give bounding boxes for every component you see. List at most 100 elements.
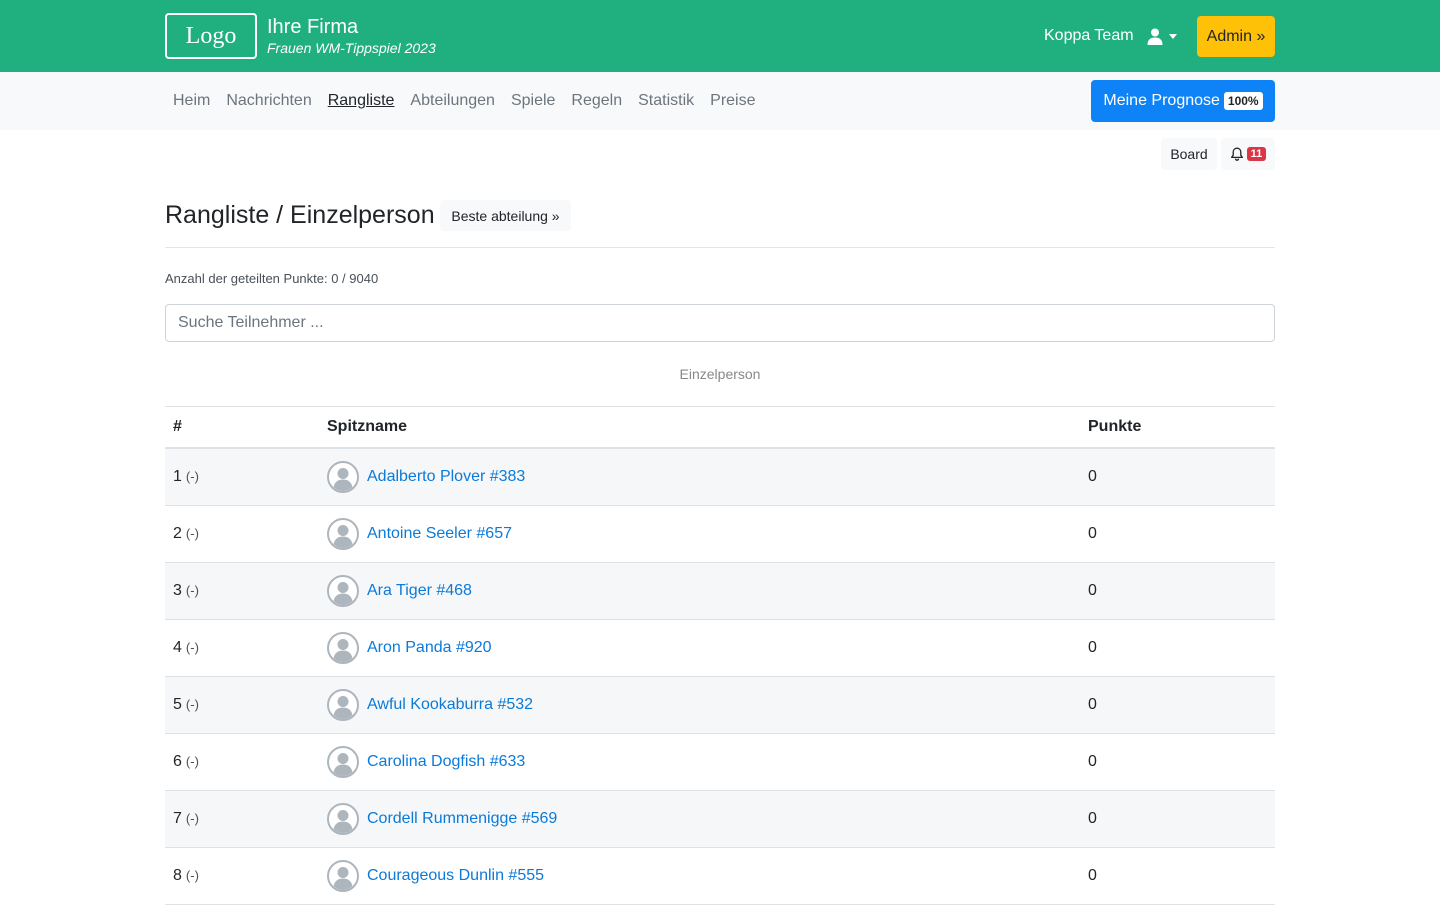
table-caption: Einzelperson (679, 366, 761, 382)
table-row: 3 (-) Ara Tiger #468 0 (165, 563, 1275, 620)
ranking-table: # Spitzname Punkte 1 (-) Adalberto Plover … (165, 406, 1275, 905)
table-row: 2 (-) Antoine Seeler #657 0 (165, 506, 1275, 563)
points-cell: 0 (1088, 639, 1097, 656)
my-prognosis-button[interactable]: Meine Prognose 100% (1091, 80, 1275, 122)
participant-link[interactable]: Carolina Dogfish #633 (367, 753, 525, 771)
rank-value: 8 (173, 867, 182, 884)
participant-link[interactable]: Cordell Rummenigge #569 (367, 810, 557, 828)
table-row: 6 (-) Carolina Dogfish #633 0 (165, 734, 1275, 791)
top-header: Logo Ihre Firma Frauen WM-Tippspiel 2023… (0, 0, 1440, 72)
points-cell: 0 (1088, 525, 1097, 542)
nickname-cell: Antoine Seeler #657 (319, 518, 1080, 550)
nav-item-nachrichten[interactable]: Nachrichten (218, 91, 319, 111)
nav-item-preise[interactable]: Preise (702, 91, 763, 111)
participant-link[interactable]: Aron Panda #920 (367, 639, 492, 657)
bell-icon (1230, 147, 1243, 161)
site-subtitle: Frauen WM-Tippspiel 2023 (267, 40, 436, 56)
rank-cell: 7 (-) (165, 810, 319, 828)
rank-value: 3 (173, 582, 182, 599)
points-cell: 0 (1088, 867, 1097, 884)
notification-count-badge: 11 (1246, 147, 1267, 161)
points-cell: 0 (1088, 468, 1097, 485)
rank-value: 6 (173, 753, 182, 770)
company-name: Ihre Firma (267, 16, 359, 38)
rank-value: 4 (173, 639, 182, 656)
nav-item-heim[interactable]: Heim (165, 91, 218, 111)
rank-change: (-) (185, 469, 199, 484)
rank-change: (-) (185, 811, 199, 826)
nav-item-regeln[interactable]: Regeln (563, 91, 630, 111)
avatar-icon (327, 461, 359, 493)
participant-link[interactable]: Courageous Dunlin #555 (367, 867, 544, 885)
avatar-icon (327, 689, 359, 721)
nickname-cell: Ara Tiger #468 (319, 575, 1080, 607)
points-cell: 0 (1088, 582, 1097, 599)
avatar-icon (327, 632, 359, 664)
nickname-cell: Aron Panda #920 (319, 632, 1080, 664)
table-body: 1 (-) Adalberto Plover #383 0 2 (-) Antoine Se… (165, 449, 1275, 905)
rank-change: (-) (185, 868, 199, 883)
prognosis-percent-badge: 100% (1223, 92, 1263, 110)
participant-link[interactable]: Adalberto Plover #383 (367, 468, 525, 486)
table-header: # Spitzname Punkte (165, 407, 1275, 449)
table-row: 5 (-) Awful Kookaburra #532 0 (165, 677, 1275, 734)
rank-change: (-) (185, 697, 199, 712)
nickname-cell: Adalberto Plover #383 (319, 461, 1080, 493)
admin-button[interactable]: Admin » (1197, 16, 1275, 57)
main-nav: Heim Nachrichten Rangliste Abteilungen S… (0, 72, 1440, 130)
nickname-cell: Cordell Rummenigge #569 (319, 803, 1080, 835)
rank-cell: 2 (-) (165, 525, 319, 543)
table-row: 8 (-) Courageous Dunlin #555 0 (165, 848, 1275, 905)
table-row: 4 (-) Aron Panda #920 0 (165, 620, 1275, 677)
my-prognosis-label: Meine Prognose (1103, 92, 1220, 109)
rank-value: 7 (173, 810, 182, 827)
rank-value: 5 (173, 696, 182, 713)
nickname-cell: Awful Kookaburra #532 (319, 689, 1080, 721)
rank-cell: 6 (-) (165, 753, 319, 771)
notifications-button[interactable]: 11 (1221, 138, 1275, 170)
rank-change: (-) (185, 640, 199, 655)
nav-item-spiele[interactable]: Spiele (503, 91, 563, 111)
points-cell: 0 (1088, 810, 1097, 827)
best-department-button[interactable]: Beste abteilung » (440, 200, 571, 231)
rank-change: (-) (185, 583, 199, 598)
nav-item-rangliste[interactable]: Rangliste (320, 91, 403, 111)
nav-item-abteilungen[interactable]: Abteilungen (402, 91, 503, 111)
nav-item-statistik[interactable]: Statistik (630, 91, 702, 111)
rank-cell: 8 (-) (165, 867, 319, 885)
divider (165, 247, 1275, 248)
rank-cell: 3 (-) (165, 582, 319, 600)
table-row: 1 (-) Adalberto Plover #383 0 (165, 449, 1275, 506)
avatar-icon (327, 803, 359, 835)
rank-cell: 1 (-) (165, 468, 319, 486)
rank-change: (-) (185, 526, 199, 541)
user-icon (1147, 28, 1163, 45)
table-row: 7 (-) Cordell Rummenigge #569 0 (165, 791, 1275, 848)
avatar-icon (327, 860, 359, 892)
shared-points-info: Anzahl der geteilten Punkte: 0 / 9040 (165, 271, 379, 286)
rank-cell: 5 (-) (165, 696, 319, 714)
points-cell: 0 (1088, 753, 1097, 770)
nickname-cell: Courageous Dunlin #555 (319, 860, 1080, 892)
user-menu-toggle[interactable] (1147, 26, 1177, 46)
avatar-icon (327, 575, 359, 607)
rank-value: 2 (173, 525, 182, 542)
board-button[interactable]: Board (1161, 138, 1217, 170)
rank-change: (-) (185, 754, 199, 769)
page-title: Rangliste / Einzelperson (165, 201, 435, 229)
participant-link[interactable]: Ara Tiger #468 (367, 582, 472, 600)
header-points: Punkte (1088, 418, 1142, 435)
nav-links: Heim Nachrichten Rangliste Abteilungen S… (165, 91, 764, 111)
nickname-cell: Carolina Dogfish #633 (319, 746, 1080, 778)
participant-link[interactable]: Antoine Seeler #657 (367, 525, 512, 543)
rank-cell: 4 (-) (165, 639, 319, 657)
header-rank: # (173, 418, 182, 435)
header-nickname: Spitzname (327, 418, 408, 435)
chevron-down-icon (1169, 33, 1177, 39)
brand: Ihre Firma Frauen WM-Tippspiel 2023 (267, 15, 436, 57)
rank-value: 1 (173, 468, 182, 485)
participant-link[interactable]: Awful Kookaburra #532 (367, 696, 533, 714)
avatar-icon (327, 746, 359, 778)
logo[interactable]: Logo (165, 13, 257, 59)
search-input[interactable] (165, 304, 1275, 342)
